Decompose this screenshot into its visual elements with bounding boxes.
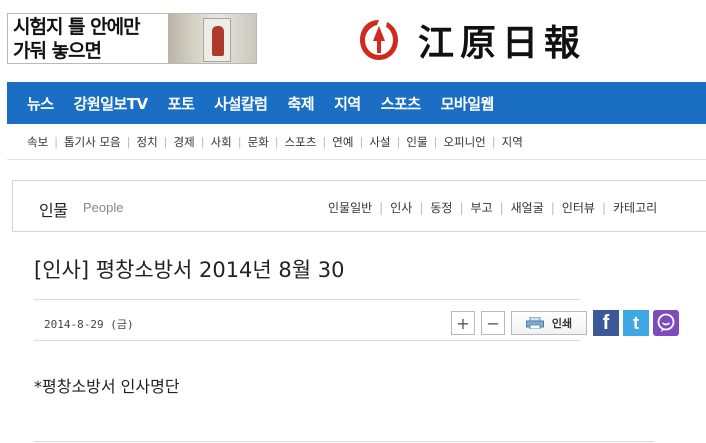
facebook-icon: f xyxy=(602,311,610,334)
article-tools: + − 인쇄 f t xyxy=(451,310,683,336)
divider: | xyxy=(433,134,438,149)
section-header: 인물 People 인물일반 | 인사 | 동정 | 부고 | 새얼굴 | 인터뷰 | 카테… xyxy=(12,180,706,232)
twitter-share-button[interactable]: t xyxy=(623,310,649,336)
section-link-general[interactable]: 인물일반 xyxy=(328,199,372,216)
subnav-item-people[interactable]: 인물 xyxy=(406,134,427,150)
sub-nav: 속보 | 톱기사 모음 | 정치 | 경제 | 사회 | 문화 | 스포츠 | 연예 | 사설 |… xyxy=(7,124,706,160)
font-increase-button[interactable]: + xyxy=(451,311,475,335)
twitter-icon: t xyxy=(633,312,639,333)
ad-line-2: 가둬 놓으면 xyxy=(13,40,102,62)
divider: | xyxy=(601,200,606,215)
ad-banner[interactable]: 시험지 틀 안에만 가둬 놓으면 xyxy=(7,13,257,64)
section-link-category[interactable]: 카테고리 xyxy=(613,199,657,216)
subnav-item-culture[interactable]: 문화 xyxy=(248,134,269,150)
nav-item-region[interactable]: 지역 xyxy=(334,93,361,114)
kakaostory-icon xyxy=(657,313,675,332)
print-button[interactable]: 인쇄 xyxy=(511,311,587,335)
main-nav: 뉴스 강원일보TV 포토 사설칼럼 축제 지역 스포츠 모바일웹 xyxy=(7,82,706,124)
divider: | xyxy=(419,200,424,215)
article-headline: [인사] 평창소방서 2014년 8월 30 xyxy=(34,258,345,282)
subnav-item-sports[interactable]: 스포츠 xyxy=(285,134,317,150)
site-logo[interactable]: 江原日報 xyxy=(356,14,586,66)
facebook-share-button[interactable]: f xyxy=(593,310,619,336)
section-links: 인물일반 | 인사 | 동정 | 부고 | 새얼굴 | 인터뷰 | 카테고리 xyxy=(328,199,657,216)
nav-item-photo[interactable]: 포토 xyxy=(168,93,195,114)
section-link-personnel[interactable]: 인사 xyxy=(390,199,412,216)
printer-icon xyxy=(525,317,544,329)
divider: | xyxy=(379,200,384,215)
section-link-news[interactable]: 동정 xyxy=(430,199,452,216)
kakaostory-share-button[interactable] xyxy=(653,310,679,336)
nav-item-sports[interactable]: 스포츠 xyxy=(381,93,421,114)
subnav-item-region[interactable]: 지역 xyxy=(502,134,523,150)
article-date: 2014-8-29 (금) xyxy=(44,318,134,331)
section-subtitle: People xyxy=(83,200,124,215)
divider: | xyxy=(274,134,279,149)
divider: | xyxy=(396,134,401,149)
nav-item-tv[interactable]: 강원일보TV xyxy=(74,93,149,114)
logo-text: 江原日報 xyxy=(418,22,587,64)
section-link-interview[interactable]: 인터뷰 xyxy=(562,199,595,216)
nav-item-editorial[interactable]: 사설칼럼 xyxy=(214,93,268,114)
divider: | xyxy=(322,134,327,149)
ad-text: 시험지 틀 안에만 가둬 놓으면 xyxy=(13,15,165,63)
font-decrease-button[interactable]: − xyxy=(481,311,505,335)
divider: | xyxy=(550,200,555,215)
divider: | xyxy=(126,134,131,149)
subnav-item-top-stories[interactable]: 톱기사 모음 xyxy=(64,134,121,150)
divider: | xyxy=(359,134,364,149)
divider: | xyxy=(499,200,504,215)
divider: | xyxy=(237,134,242,149)
section-link-new-faces[interactable]: 새얼굴 xyxy=(511,199,544,216)
divider: | xyxy=(459,200,464,215)
ad-image xyxy=(168,14,256,63)
ad-line-1: 시험지 틀 안에만 xyxy=(13,16,141,38)
logo-mark-icon xyxy=(360,20,398,60)
section-link-obituary[interactable]: 부고 xyxy=(471,199,493,216)
subnav-item-breaking[interactable]: 속보 xyxy=(27,134,48,150)
subnav-item-entertainment[interactable]: 연예 xyxy=(332,134,353,150)
ad-person-figure xyxy=(212,26,224,56)
divider: | xyxy=(54,134,59,149)
subnav-item-opinion[interactable]: 오피니언 xyxy=(443,134,485,150)
divider: | xyxy=(163,134,168,149)
divider: | xyxy=(200,134,205,149)
subnav-item-economy[interactable]: 경제 xyxy=(174,134,195,150)
divider xyxy=(34,441,654,442)
subnav-item-editorial[interactable]: 사설 xyxy=(369,134,390,150)
nav-item-festival[interactable]: 축제 xyxy=(287,93,314,114)
divider xyxy=(34,340,580,341)
nav-item-news[interactable]: 뉴스 xyxy=(27,93,54,114)
divider xyxy=(34,299,580,300)
print-label: 인쇄 xyxy=(551,317,573,330)
nav-item-mobile-web[interactable]: 모바일웹 xyxy=(441,93,495,114)
subnav-item-society[interactable]: 사회 xyxy=(211,134,232,150)
section-title: 인물 xyxy=(39,201,68,220)
divider: | xyxy=(491,134,496,149)
subnav-item-politics[interactable]: 정치 xyxy=(136,134,157,150)
article-body: *평창소방서 인사명단 xyxy=(34,377,180,396)
